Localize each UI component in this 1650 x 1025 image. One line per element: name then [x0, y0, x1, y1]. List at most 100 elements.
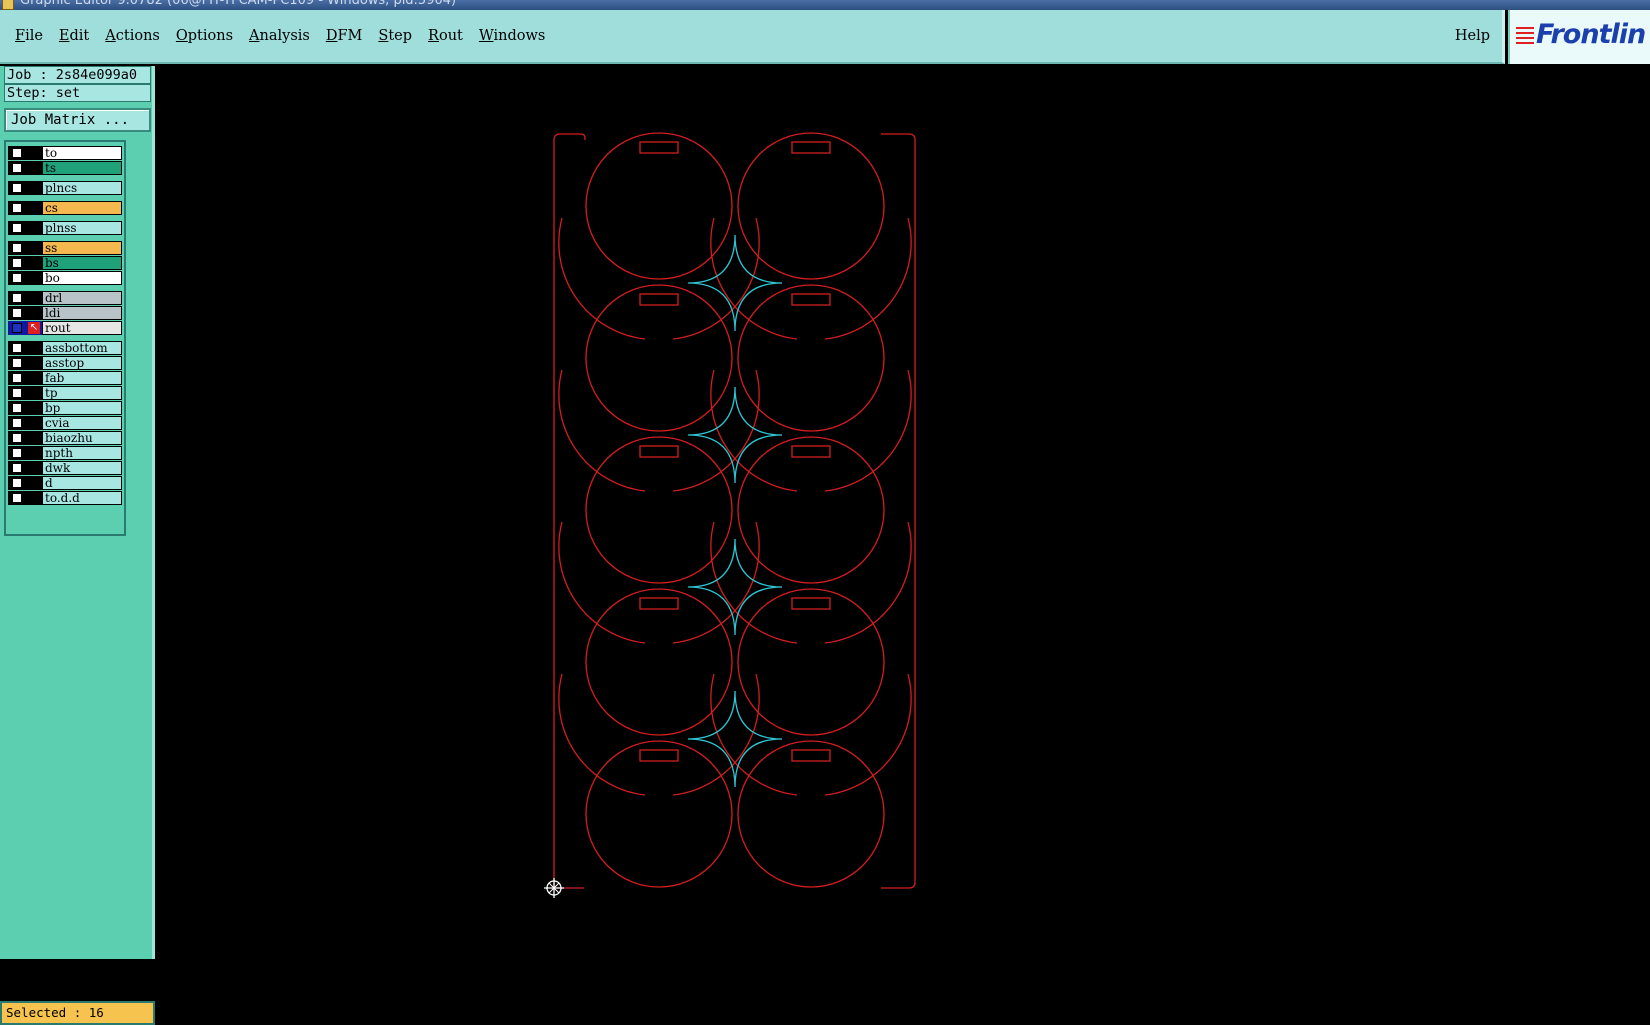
ring-arc-right [824, 673, 912, 796]
layer-checkbox[interactable] [12, 373, 22, 383]
layer-checkbox[interactable] [12, 273, 22, 283]
layer-row-fab[interactable]: fab [8, 371, 124, 385]
layer-row-rout[interactable]: ↖ rout [8, 321, 124, 335]
layer-row-biaozhu[interactable]: biaozhu [8, 431, 124, 445]
layer-row-plncs[interactable]: plncs [8, 181, 124, 195]
layer-checkbox[interactable] [12, 343, 22, 353]
layer-name[interactable]: to.d.d [42, 491, 122, 505]
layer-row-bp[interactable]: bp [8, 401, 124, 415]
layer-state-cell [8, 291, 42, 305]
layer-name[interactable]: ldi [42, 306, 122, 320]
layer-name[interactable]: d [42, 476, 122, 490]
layer-name[interactable]: biaozhu [42, 431, 122, 445]
layer-checkbox[interactable] [12, 433, 22, 443]
menu-analysis[interactable]: Analysis [249, 28, 310, 44]
layer-checkbox[interactable] [12, 293, 22, 303]
step-name: Step: set [4, 84, 151, 102]
layer-state-cell [8, 201, 42, 215]
layer-checkbox[interactable] [12, 203, 22, 213]
layer-checkbox[interactable] [12, 463, 22, 473]
logo-speed-lines-icon [1516, 27, 1534, 49]
layer-checkbox[interactable] [12, 388, 22, 398]
layer-checkbox[interactable] [12, 493, 22, 503]
layer-row-tp[interactable]: tp [8, 386, 124, 400]
ring-arc-left [558, 673, 646, 796]
layer-row-bo[interactable]: bo [8, 271, 124, 285]
layer-row-drl[interactable]: drl [8, 291, 124, 305]
layer-name[interactable]: assbottom [42, 341, 122, 355]
layer-row-ss[interactable]: ss [8, 241, 124, 255]
layer-name[interactable]: cs [42, 201, 122, 215]
layer-checkbox[interactable] [12, 418, 22, 428]
menu-file[interactable]: File [15, 28, 43, 44]
layer-state-cell [8, 401, 42, 415]
menu-actions[interactable]: Actions [105, 28, 160, 44]
window-title: Graphic Editor 9.0782 (06@FIT-TFCAM-PC10… [20, 0, 457, 8]
menu-step[interactable]: Step [378, 28, 412, 44]
layer-checkbox[interactable] [12, 323, 22, 333]
menu-dfm[interactable]: DFM [326, 28, 363, 44]
layer-state-cell [8, 341, 42, 355]
layer-row-assbottom[interactable]: assbottom [8, 341, 124, 355]
layer-row-asstop[interactable]: asstop [8, 356, 124, 370]
layer-row-cvia[interactable]: cvia [8, 416, 124, 430]
job-matrix-button[interactable]: Job Matrix ... [4, 108, 151, 132]
layer-row-cs[interactable]: cs [8, 201, 124, 215]
layer-name[interactable]: ts [42, 161, 122, 175]
menu-help[interactable]: Help [1455, 10, 1490, 62]
layer-checkbox[interactable] [12, 148, 22, 158]
menu-edit[interactable]: Edit [59, 28, 89, 44]
menu-windows[interactable]: Windows [479, 28, 546, 44]
layer-name[interactable]: fab [42, 371, 122, 385]
layer-checkbox[interactable] [12, 258, 22, 268]
layer-name[interactable]: tp [42, 386, 122, 400]
round-cutout [737, 740, 885, 888]
selected-count-status: Selected : 16 [0, 1001, 155, 1025]
layer-checkbox[interactable] [12, 183, 22, 193]
layer-row-ldi[interactable]: ldi [8, 306, 124, 320]
star-cutout-1 [687, 386, 783, 484]
layer-checkbox[interactable] [12, 243, 22, 253]
layer-name[interactable]: drl [42, 291, 122, 305]
ring-arc-right [672, 217, 760, 340]
layer-row-plnss[interactable]: plnss [8, 221, 124, 235]
menu-rout[interactable]: Rout [428, 28, 463, 44]
star-cutout-2 [687, 538, 783, 636]
layer-name[interactable]: bo [42, 271, 122, 285]
layer-checkbox[interactable] [12, 308, 22, 318]
graphic-canvas[interactable] [155, 66, 1650, 959]
layer-row-to[interactable]: to [8, 146, 124, 160]
layer-row-bs[interactable]: bs [8, 256, 124, 270]
layer-checkbox[interactable] [12, 448, 22, 458]
layer-state-cell: ↖ [8, 321, 42, 335]
layer-checkbox[interactable] [12, 358, 22, 368]
layer-row-to-d-d[interactable]: to.d.d [8, 491, 124, 505]
layer-row-ts[interactable]: ts [8, 161, 124, 175]
ring-arc-right [672, 369, 760, 492]
layer-checkbox[interactable] [12, 163, 22, 173]
layer-name[interactable]: ss [42, 241, 122, 255]
layer-checkbox[interactable] [12, 223, 22, 233]
layer-name[interactable]: rout [42, 321, 122, 335]
layer-name[interactable]: cvia [42, 416, 122, 430]
layer-name[interactable]: bs [42, 256, 122, 270]
layer-name[interactable]: dwk [42, 461, 122, 475]
layer-name[interactable]: plnss [42, 221, 122, 235]
layer-checkbox[interactable] [12, 403, 22, 413]
layer-row-dwk[interactable]: dwk [8, 461, 124, 475]
layer-name[interactable]: plncs [42, 181, 122, 195]
tab-slot [639, 445, 679, 458]
round-cutout [585, 132, 733, 280]
round-cutout [585, 436, 733, 584]
layer-name[interactable]: to [42, 146, 122, 160]
layer-name[interactable]: npth [42, 446, 122, 460]
tab-slot [791, 445, 831, 458]
window-title-bar: Graphic Editor 9.0782 (06@FIT-TFCAM-PC10… [0, 0, 1650, 10]
layer-row-npth[interactable]: npth [8, 446, 124, 460]
layer-row-d[interactable]: d [8, 476, 124, 490]
layer-name[interactable]: asstop [42, 356, 122, 370]
layer-checkbox[interactable] [12, 478, 22, 488]
tab-slot [791, 293, 831, 306]
menu-options[interactable]: Options [176, 28, 233, 44]
layer-name[interactable]: bp [42, 401, 122, 415]
